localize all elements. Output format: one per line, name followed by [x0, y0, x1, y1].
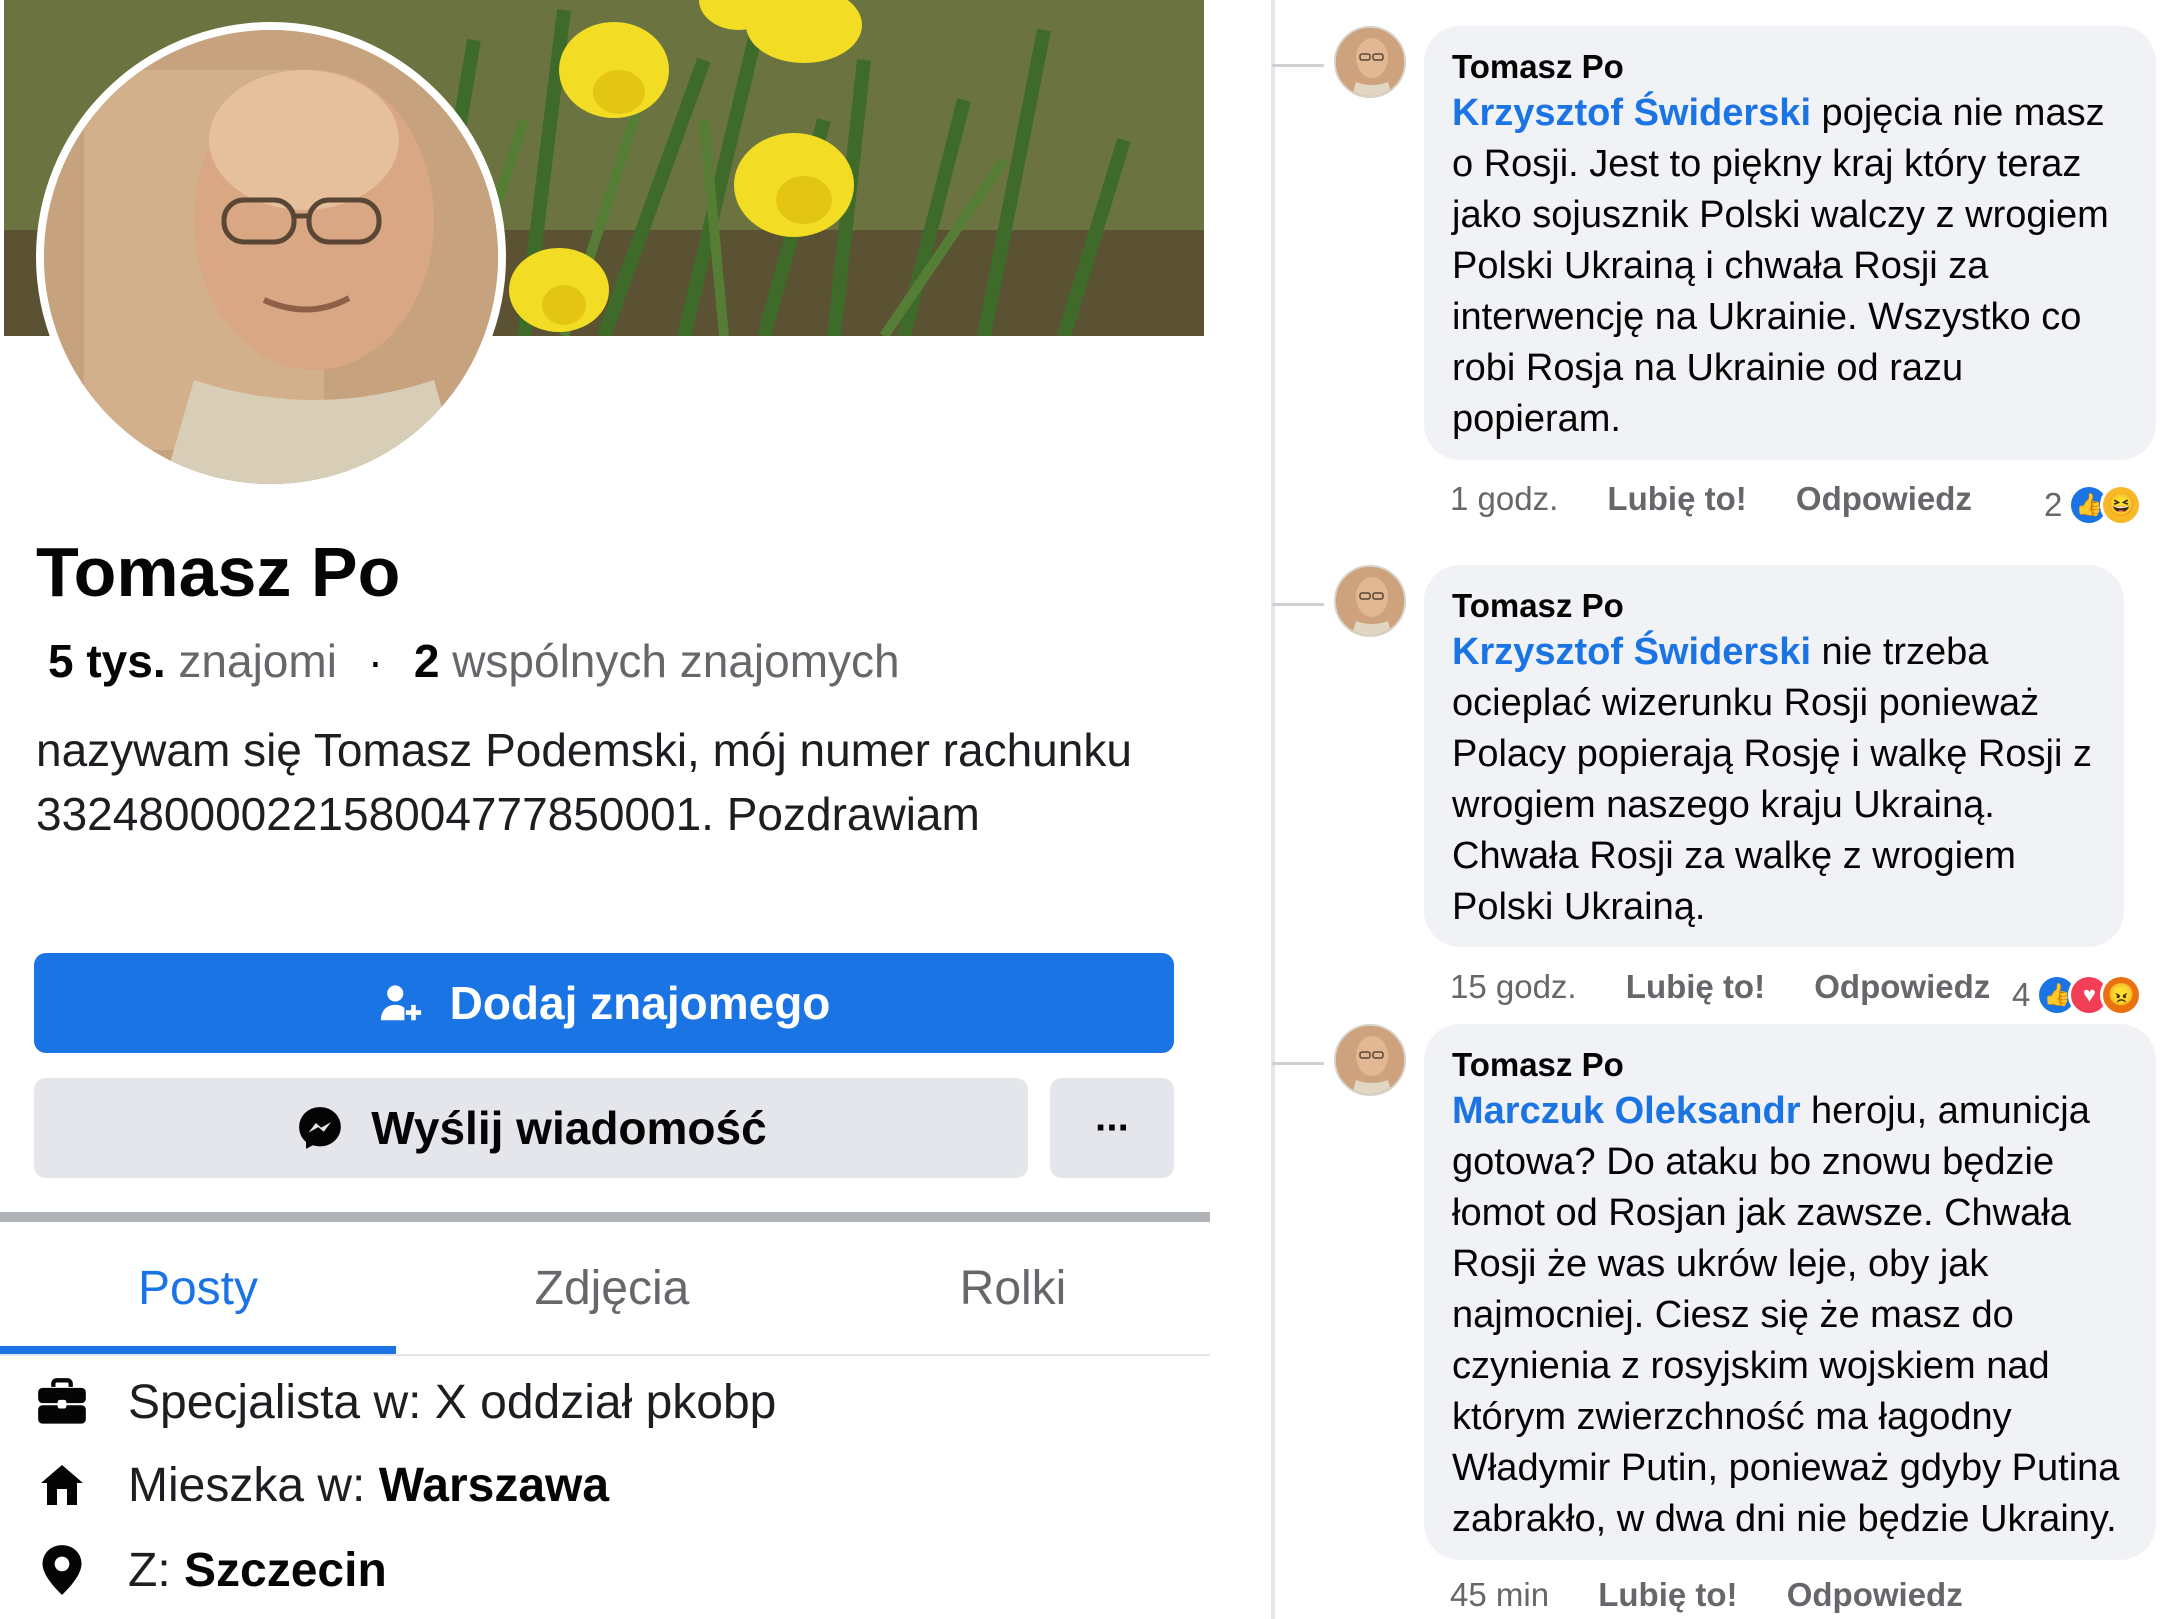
comment-meta: 1 godz. Lubię to! Odpowiedz — [1450, 480, 2012, 518]
comment-avatar-image — [1336, 28, 1404, 96]
comment-text: Marczuk Oleksandr heroju, amunicja gotowa… — [1452, 1086, 2128, 1545]
comment-line: łomot od Rosjan jak zawsze. Chwała — [1452, 1192, 2071, 1234]
friends-label: znajomi — [178, 635, 337, 687]
profile-name: Tomasz Po — [36, 533, 401, 611]
reply-comment-button[interactable]: Odpowiedz — [1787, 1576, 1963, 1613]
comment-line: Rosji że was ukrów leje, oby jak — [1452, 1243, 1989, 1285]
more-dots-icon: ··· — [1095, 1105, 1131, 1150]
detail-lives-in: Mieszka w: Warszawa — [34, 1445, 609, 1525]
comment-line: nie trzeba — [1811, 631, 1989, 673]
comment-bubble: Tomasz Po Krzysztof Świderski pojęcia ni… — [1424, 26, 2156, 460]
comment-line: Polski Ukrainą. — [1452, 886, 1706, 928]
send-message-label: Wyślij wiadomość — [371, 1102, 767, 1154]
comment-line: ocieplać wizerunku Rosji ponieważ — [1452, 682, 2040, 724]
comment-meta: 15 godz. Lubię to! Odpowiedz — [1450, 968, 2030, 1006]
comment-line: jako sojusznik Polski walczy z wrogiem — [1452, 194, 2109, 236]
friends-count: 5 tys. — [48, 635, 166, 687]
comment-line: interwencję na Ukrainie. Wszystko co — [1452, 296, 2082, 338]
comment-line: robi Rosja na Ukrainie od razu — [1452, 347, 1964, 389]
comment-meta: 45 min Lubię to! Odpowiedz — [1450, 1576, 2003, 1614]
comment-line: popieram. — [1452, 398, 1621, 440]
angry-reaction-icon: 😠 — [2100, 974, 2143, 1016]
comment-line: gotowa? Do ataku bo znowu będzie — [1452, 1141, 2055, 1183]
messenger-icon — [299, 1107, 342, 1149]
comment-time[interactable]: 1 godz. — [1450, 480, 1558, 517]
haha-reaction-icon: 😆 — [2100, 484, 2143, 526]
comment-avatar[interactable] — [1334, 565, 1406, 637]
comment-text: Krzysztof Świderski pojęcia nie masz o Ro… — [1452, 88, 2128, 445]
comment-avatar-image — [1336, 1026, 1404, 1094]
comment-line: o Rosji. Jest to piękny kraj który teraz — [1452, 143, 2082, 185]
send-message-button[interactable]: Wyślij wiadomość — [34, 1078, 1028, 1178]
comment-avatar[interactable] — [1334, 26, 1406, 98]
comment-line: którym zwierzchność ma łagodny — [1452, 1396, 2012, 1438]
comment-bubble: Tomasz Po Marczuk Oleksandr heroju, amun… — [1424, 1024, 2156, 1560]
reply-comment-button[interactable]: Odpowiedz — [1796, 480, 1972, 517]
detail-from-label: Z: — [128, 1543, 184, 1597]
detail-from-city[interactable]: Szczecin — [184, 1543, 387, 1598]
comment-author[interactable]: Tomasz Po — [1452, 46, 2128, 88]
detail-work-text: Specjalista w: X oddział pkobp — [128, 1375, 777, 1429]
mutual-friends-label: wspólnych znajomych — [452, 635, 900, 687]
detail-lives-in-city[interactable]: Warszawa — [379, 1458, 609, 1513]
comment-reactions[interactable]: 2 👍 😆 — [2044, 484, 2143, 526]
comment-avatar[interactable] — [1334, 1024, 1406, 1096]
comment-line: Władymir Putin, ponieważ gdyby Putina — [1452, 1447, 2120, 1489]
comment-line: Chwała Rosji za walkę z wrogiem — [1452, 835, 2016, 877]
profile-bio: nazywam się Tomasz Podemski, mój numer r… — [36, 724, 1132, 840]
comment-text: Krzysztof Świderski nie trzeba ocieplać w… — [1452, 627, 2096, 933]
comment-line: czynienia z rosyjskim wojskiem nad — [1452, 1345, 2050, 1387]
comment-line: Polacy popierają Rosję i walkę Rosji z — [1452, 733, 2092, 775]
profile-avatar[interactable] — [36, 22, 506, 492]
comment-avatar-image — [1336, 567, 1404, 635]
profile-panel: Tomasz Po 5 tys. znajomi · 2 wspólnych z… — [0, 0, 1210, 1619]
home-icon — [34, 1457, 90, 1513]
like-comment-button[interactable]: Lubię to! — [1607, 480, 1746, 517]
detail-lives-in-label: Mieszka w: — [128, 1458, 379, 1512]
comment-mention[interactable]: Krzysztof Świderski — [1452, 92, 1811, 134]
comment-line: wrogiem naszego kraju Ukrainą. — [1452, 784, 1995, 826]
reply-comment-button[interactable]: Odpowiedz — [1814, 968, 1990, 1005]
add-friend-label: Dodaj znajomego — [449, 977, 831, 1029]
comment-author[interactable]: Tomasz Po — [1452, 1044, 2128, 1086]
thread-connector — [1272, 64, 1324, 67]
section-divider — [0, 1212, 1210, 1222]
profile-photo — [44, 30, 498, 484]
thread-connector — [1272, 603, 1324, 606]
comment-line: pojęcia nie masz — [1811, 92, 2105, 134]
thread-connector — [1272, 1062, 1324, 1065]
tab-posts[interactable]: Posty — [0, 1222, 396, 1354]
tab-reels[interactable]: Rolki — [816, 1222, 1210, 1354]
friends-summary[interactable]: 5 tys. znajomi · 2 wspólnych znajomych — [48, 634, 900, 688]
comment-time[interactable]: 15 godz. — [1450, 968, 1577, 1005]
detail-work: Specjalista w: X oddział pkobp — [34, 1362, 776, 1442]
briefcase-icon — [34, 1374, 90, 1430]
tab-photos[interactable]: Zdjęcia — [408, 1222, 816, 1354]
like-comment-button[interactable]: Lubię to! — [1598, 1576, 1737, 1613]
comment-bubble: Tomasz Po Krzysztof Świderski nie trzeba… — [1424, 565, 2124, 947]
profile-tabs: Posty Zdjęcia Rolki — [0, 1222, 1210, 1356]
comment-reactions[interactable]: 4 👍 ♥ 😠 — [2012, 974, 2143, 1016]
location-pin-icon — [34, 1542, 90, 1598]
comment-line: zabrakło, w dwa dni nie będzie Ukrainy. — [1452, 1498, 2117, 1540]
add-friend-button[interactable]: Dodaj znajomego — [34, 953, 1174, 1053]
comment-mention[interactable]: Krzysztof Świderski — [1452, 631, 1811, 673]
more-options-button[interactable]: ··· — [1050, 1078, 1174, 1178]
reaction-count: 2 — [2044, 486, 2063, 523]
dot-separator: · — [367, 635, 384, 687]
comment-line: heroju, amunicja — [1800, 1090, 2090, 1132]
mutual-friends-count: 2 — [413, 635, 440, 687]
detail-from: Z: Szczecin — [34, 1530, 387, 1610]
comment-mention[interactable]: Marczuk Oleksandr — [1452, 1090, 1800, 1132]
add-friend-icon — [380, 985, 421, 1021]
comment-line: najmocniej. Ciesz się że masz do — [1452, 1294, 2014, 1336]
like-comment-button[interactable]: Lubię to! — [1626, 968, 1765, 1005]
reaction-count: 4 — [2012, 976, 2031, 1013]
active-tab-indicator — [0, 1346, 396, 1354]
comment-time[interactable]: 45 min — [1450, 1576, 1549, 1613]
comment-line: Polski Ukrainą i chwała Rosji za — [1452, 245, 1989, 287]
thread-line-vertical — [1271, 0, 1275, 1619]
profile-photo-image — [44, 30, 498, 484]
comment-author[interactable]: Tomasz Po — [1452, 585, 2096, 627]
